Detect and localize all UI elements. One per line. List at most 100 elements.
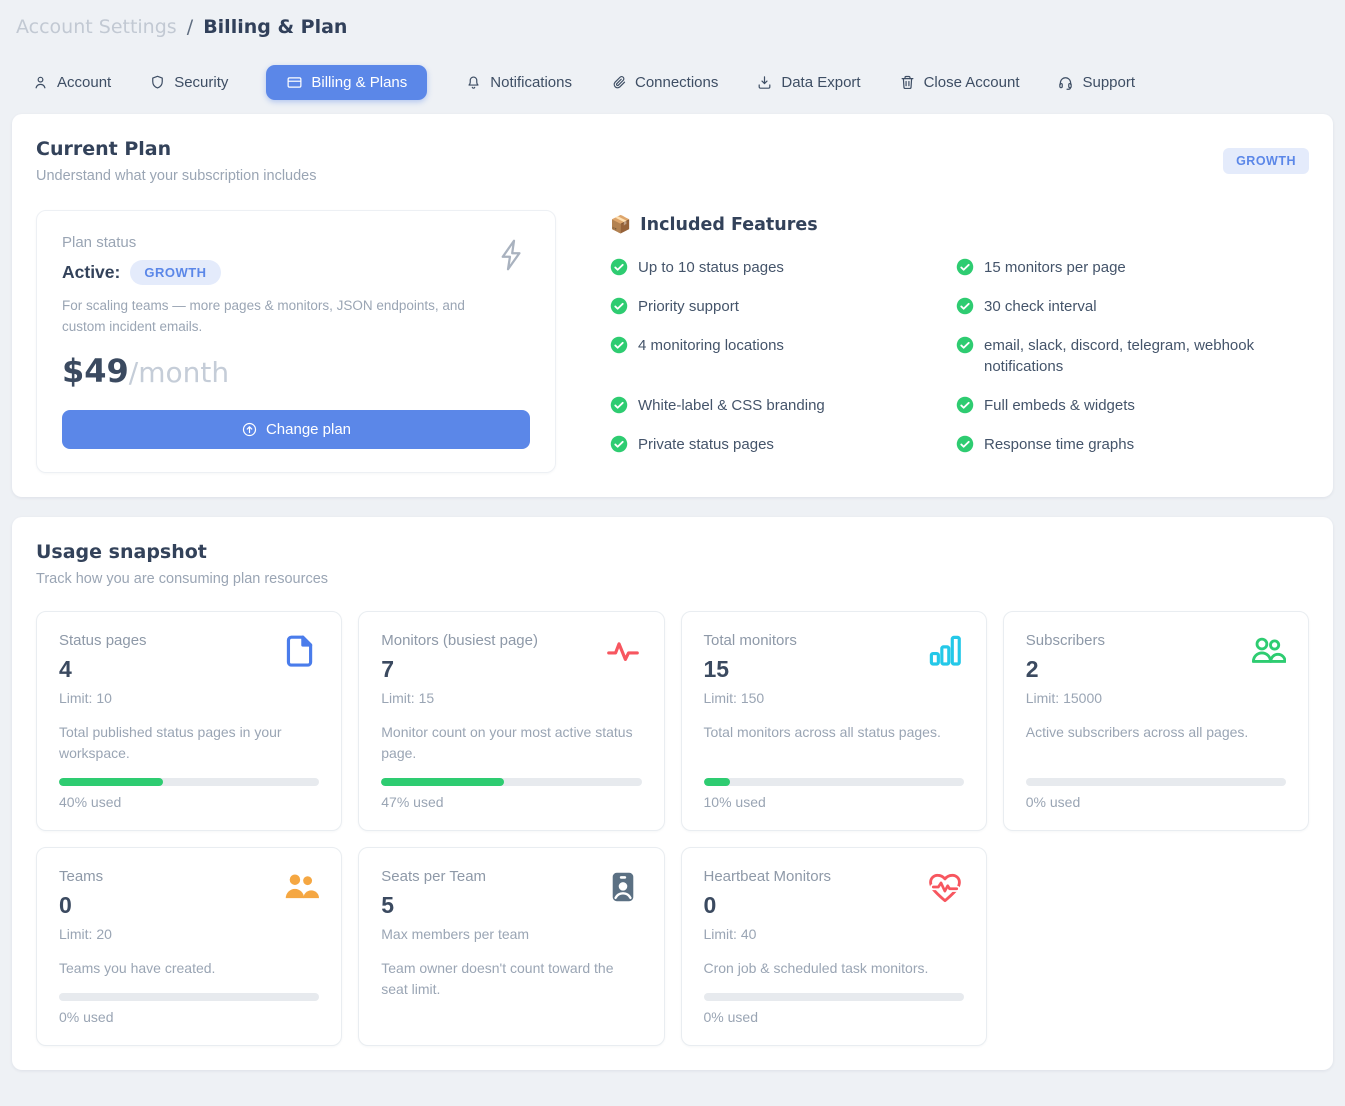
check-circle-icon	[956, 435, 974, 453]
plan-status-card: Plan status Active: GROWTH For scaling t…	[36, 210, 556, 473]
usage-card-value: 0	[59, 892, 319, 919]
change-plan-label: Change plan	[266, 421, 351, 438]
tab-account[interactable]: Account	[32, 65, 111, 100]
tab-label: Support	[1082, 74, 1135, 91]
breadcrumb: Account Settings / Billing & Plan	[0, 0, 1345, 38]
check-circle-icon	[610, 258, 628, 276]
usage-progress-bar	[59, 778, 319, 786]
page: Account Settings / Billing & Plan Accoun…	[0, 0, 1345, 1070]
tab-label: Notifications	[490, 74, 572, 91]
feature-item: White-label & CSS branding	[610, 395, 956, 417]
usage-card-limit: Limit: 40	[704, 926, 964, 942]
usage-card-title: Status pages	[59, 632, 319, 649]
usage-card-teams: Teams0Limit: 20Teams you have created.0%…	[36, 847, 342, 1046]
tab-support[interactable]: Support	[1057, 65, 1135, 100]
feature-label: White-label & CSS branding	[638, 395, 825, 417]
usage-card-description: Monitor count on your most active status…	[381, 722, 641, 764]
usage-progress-bar	[59, 993, 319, 1001]
file-icon	[281, 632, 319, 670]
check-circle-icon	[610, 396, 628, 414]
feature-label: Full embeds & widgets	[984, 395, 1135, 417]
usage-title: Usage snapshot	[36, 541, 1309, 563]
usage-grid: Status pages4Limit: 10Total published st…	[36, 611, 1309, 1046]
usage-card-value: 5	[381, 892, 641, 919]
tab-notifications[interactable]: Notifications	[465, 65, 572, 100]
credit-card-icon	[286, 74, 303, 91]
plan-status-label: Plan status	[62, 234, 530, 251]
usage-subtitle: Track how you are consuming plan resourc…	[36, 571, 1309, 587]
usage-card-seats-per-team: Seats per Team5Max members per teamTeam …	[358, 847, 664, 1046]
breadcrumb-separator: /	[187, 16, 193, 38]
feature-item: 30 check interval	[956, 296, 1309, 318]
feature-item: Priority support	[610, 296, 956, 318]
bar-chart-icon	[926, 632, 964, 670]
usage-percent-label: 0% used	[704, 1009, 964, 1025]
plan-tier-badge: GROWTH	[1223, 148, 1309, 174]
current-plan-subtitle: Understand what your subscription includ…	[36, 168, 316, 184]
breadcrumb-section[interactable]: Account Settings	[16, 16, 177, 38]
plan-price-period: /month	[129, 356, 229, 389]
usage-progress-fill	[381, 778, 503, 786]
usage-progress-bar	[704, 778, 964, 786]
usage-card-title: Seats per Team	[381, 868, 641, 885]
usage-card-title: Heartbeat Monitors	[704, 868, 964, 885]
usage-percent-label: 0% used	[1026, 794, 1286, 810]
usage-card-description: Active subscribers across all pages.	[1026, 722, 1286, 764]
feature-label: 15 monitors per page	[984, 257, 1126, 279]
usage-card-title: Total monitors	[704, 632, 964, 649]
check-circle-icon	[956, 396, 974, 414]
feature-label: email, slack, discord, telegram, webhook…	[984, 335, 1309, 379]
trash-icon	[899, 74, 916, 91]
usage-card-description: Total monitors across all status pages.	[704, 722, 964, 764]
current-plan-title: Current Plan	[36, 138, 316, 160]
users-outline-icon	[1248, 632, 1286, 670]
included-features-header: 📦 Included Features	[610, 215, 1309, 235]
included-features: 📦 Included Features Up to 10 status page…	[610, 210, 1309, 473]
feature-label: Up to 10 status pages	[638, 257, 784, 279]
plan-row: Plan status Active: GROWTH For scaling t…	[36, 210, 1309, 473]
users-filled-icon	[281, 868, 319, 906]
tab-label: Account	[57, 74, 111, 91]
tab-connections[interactable]: Connections	[610, 65, 718, 100]
usage-card-description: Cron job & scheduled task monitors.	[704, 958, 964, 979]
person-icon	[32, 74, 49, 91]
usage-card-value: 15	[704, 656, 964, 683]
usage-card-limit: Limit: 10	[59, 690, 319, 706]
feature-label: 4 monitoring locations	[638, 335, 784, 357]
tab-billing-plans[interactable]: Billing & Plans	[266, 65, 427, 100]
feature-item: 15 monitors per page	[956, 257, 1309, 279]
check-circle-icon	[610, 336, 628, 354]
feature-item: Private status pages	[610, 434, 956, 456]
tab-close-account[interactable]: Close Account	[899, 65, 1020, 100]
breadcrumb-page: Billing & Plan	[203, 16, 347, 38]
usage-card-value: 4	[59, 656, 319, 683]
usage-card-heartbeat-monitors: Heartbeat Monitors 0 Limit: 40 Cron job & s…	[681, 847, 987, 1046]
usage-card-value: 0	[704, 892, 964, 919]
usage-card-title: Subscribers	[1026, 632, 1286, 649]
headset-icon	[1057, 74, 1074, 91]
usage-card-total-monitors: Total monitors15Limit: 150Total monitors…	[681, 611, 987, 831]
plan-price-row: $49 /month	[62, 352, 530, 390]
usage-card-monitors-busiest-page: Monitors (busiest page)7Limit: 15Monitor…	[358, 611, 664, 831]
plan-status-badge: GROWTH	[130, 260, 220, 285]
tab-data-export[interactable]: Data Export	[756, 65, 860, 100]
plan-status-value: Active:	[62, 262, 120, 283]
tab-bar: Account Security Billing & Plans Notificati…	[32, 65, 1345, 100]
plan-active-row: Active: GROWTH	[62, 260, 530, 285]
plan-description: For scaling teams — more pages & monitor…	[62, 296, 482, 338]
usage-progress-bar	[704, 993, 964, 1001]
usage-percent-label: 10% used	[704, 794, 964, 810]
current-plan-section: Current Plan Understand what your subscr…	[12, 114, 1333, 497]
usage-snapshot-section: Usage snapshot Track how you are consumi…	[12, 517, 1333, 1070]
check-circle-icon	[956, 297, 974, 315]
change-plan-button[interactable]: Change plan	[62, 410, 530, 449]
check-circle-icon	[610, 297, 628, 315]
usage-card-subscribers: Subscribers2Limit: 15000Active subscribe…	[1003, 611, 1309, 831]
id-badge-icon	[604, 868, 642, 906]
usage-card-title: Monitors (busiest page)	[381, 632, 641, 649]
feature-item: Response time graphs	[956, 434, 1309, 456]
check-circle-icon	[956, 258, 974, 276]
usage-card-limit: Limit: 15	[381, 690, 641, 706]
tab-security[interactable]: Security	[149, 65, 228, 100]
shield-icon	[149, 74, 166, 91]
